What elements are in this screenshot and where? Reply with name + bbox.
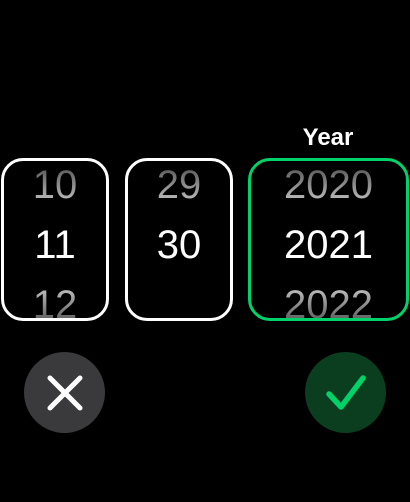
day-picker-wheel[interactable]: 29 30 [125,158,233,321]
year-prev-value[interactable]: 2020 [251,163,406,207]
checkmark-icon [325,374,366,410]
day-current-value: 30 [156,223,202,267]
confirm-button[interactable] [305,352,386,433]
month-next-value[interactable]: 12 [4,283,106,318]
month-current-value: 11 [34,223,76,267]
day-prev-value[interactable]: 29 [128,163,230,207]
month-prev-value[interactable]: 10 [4,163,106,207]
year-next-value[interactable]: 2022 [251,283,406,318]
cancel-button[interactable] [24,352,105,433]
month-picker-wheel[interactable]: 10 11 12 [1,158,109,321]
picker-label-year: Year [302,124,354,151]
close-icon [47,375,82,410]
year-current-value: 2021 [284,223,373,267]
year-picker-wheel[interactable]: 2020 2021 2022 [248,158,409,321]
